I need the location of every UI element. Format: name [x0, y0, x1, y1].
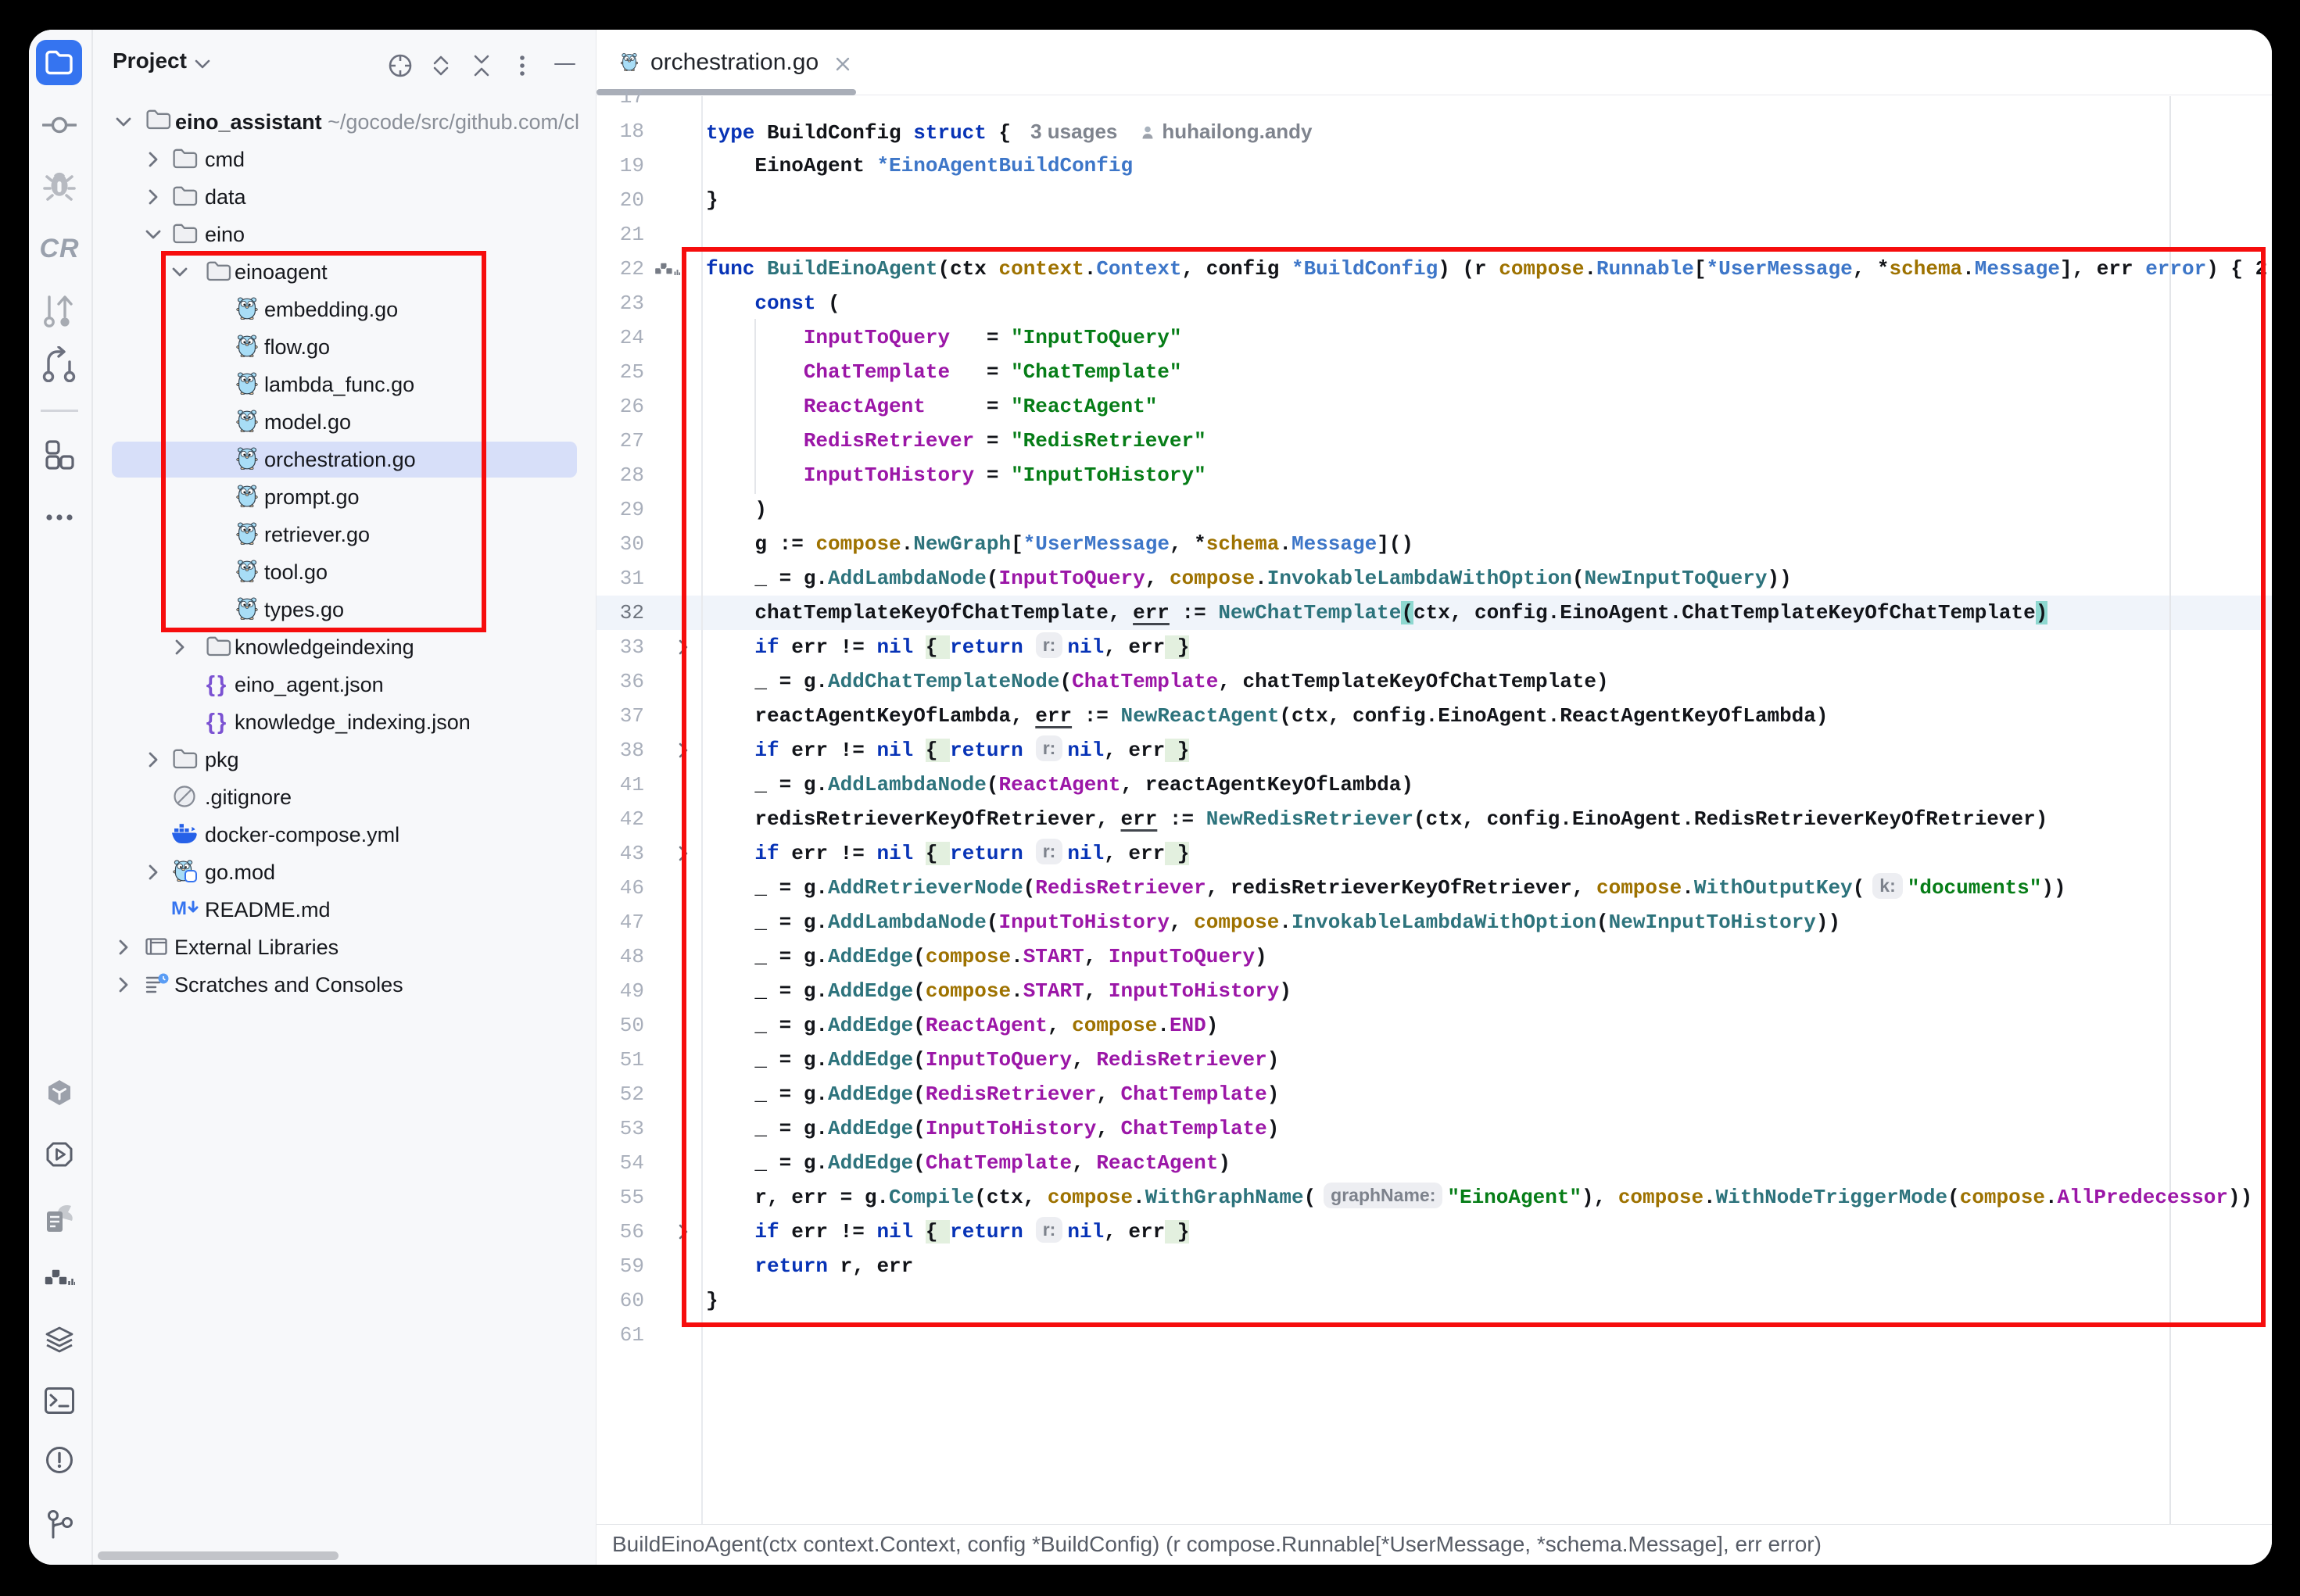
svg-text:M: M: [171, 899, 187, 919]
